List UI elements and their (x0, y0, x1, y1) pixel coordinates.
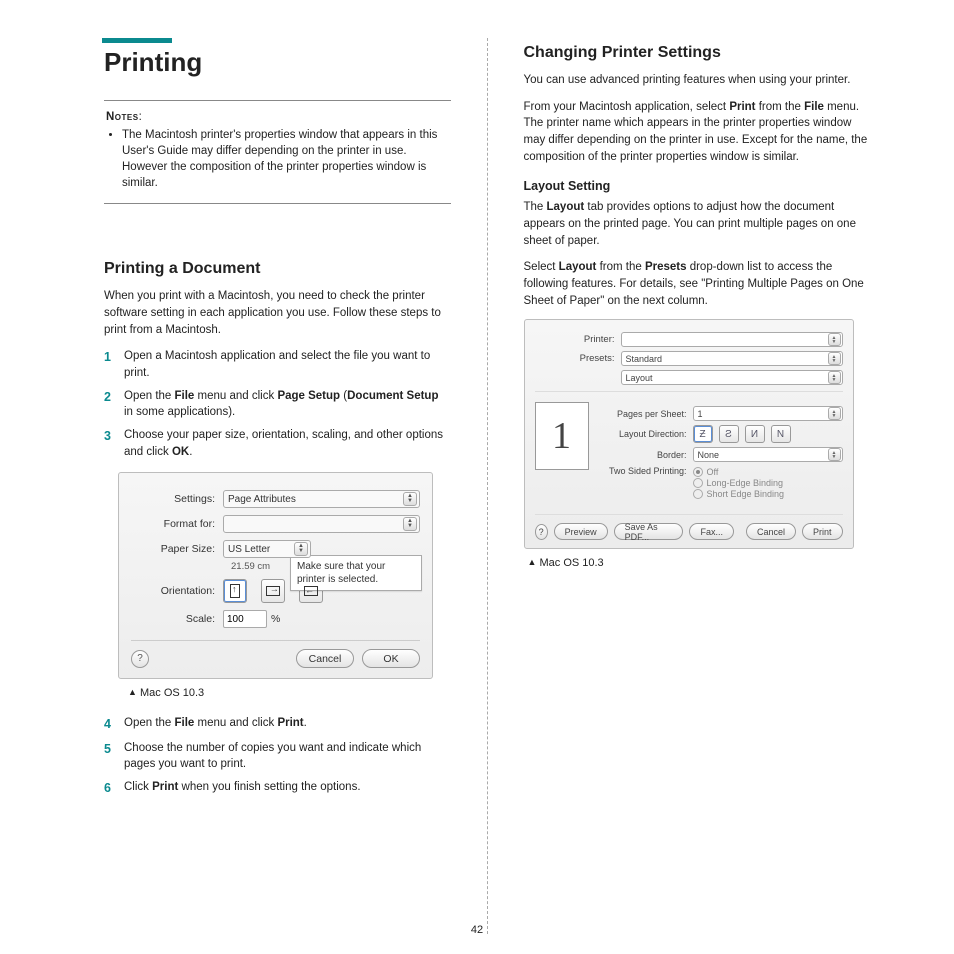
figure-caption: ▲ Mac OS 10.3 (528, 557, 871, 569)
two-sided-long-radio[interactable]: Long-Edge Binding (693, 478, 785, 488)
steps-list-2: 4Open the File menu and click Print. 5Ch… (104, 715, 451, 797)
layout-direction-label: Layout Direction: (601, 429, 693, 439)
orientation-portrait-button[interactable] (223, 579, 247, 603)
two-sided-off-radio[interactable]: Off (693, 467, 785, 477)
step-text: Choose your paper size, orientation, sca… (124, 427, 451, 460)
step-text: Open the File menu and click Print. (124, 715, 307, 733)
updown-icon: ▲▼ (828, 371, 841, 384)
paragraph: The Layout tab provides options to adjus… (524, 199, 871, 249)
paragraph: You can use advanced printing features w… (524, 72, 871, 89)
updown-icon: ▲▼ (403, 492, 417, 506)
steps-list-1: 1Open a Macintosh application and select… (104, 348, 451, 460)
border-select[interactable]: None▲▼ (693, 447, 843, 462)
right-column: Changing Printer Settings You can use ad… (488, 38, 915, 934)
cancel-button[interactable]: Cancel (296, 649, 354, 668)
radio-icon (693, 478, 703, 488)
notes-item: The Macintosh printer's properties windo… (122, 127, 449, 191)
two-sided-short-radio[interactable]: Short Edge Binding (693, 489, 785, 499)
layout-direction-2-button[interactable]: Ƨ (719, 425, 739, 443)
format-select[interactable]: ▲▼ (223, 515, 420, 533)
preview-button[interactable]: Preview (554, 523, 608, 540)
step-text: Choose the number of copies you want and… (124, 740, 451, 773)
orientation-landscape-button[interactable] (261, 579, 285, 603)
paper-select[interactable]: US Letter ▲▼ (223, 540, 311, 558)
step-text: Click Print when you finish setting the … (124, 779, 361, 797)
paper-label: Paper Size: (131, 543, 223, 555)
updown-icon: ▲▼ (828, 407, 841, 420)
updown-icon: ▲▼ (828, 333, 841, 346)
settings-select[interactable]: Page Attributes ▲▼ (223, 490, 420, 508)
radio-icon (693, 489, 703, 499)
scale-label: Scale: (131, 613, 223, 625)
page-number: 42 (471, 924, 483, 936)
portrait-icon (230, 584, 240, 598)
save-as-pdf-button[interactable]: Save As PDF... (614, 523, 684, 540)
landscape-reverse-icon (304, 586, 318, 596)
two-sided-label: Two Sided Printing: (601, 466, 693, 476)
presets-select[interactable]: Standard▲▼ (621, 351, 843, 366)
layout-subheading: Layout Setting (524, 179, 871, 193)
dialog-divider (131, 640, 420, 641)
border-label: Border: (601, 450, 693, 460)
ok-button[interactable]: OK (362, 649, 420, 668)
scale-unit: % (271, 613, 280, 625)
left-column: Printing Notes: The Macintosh printer's … (40, 38, 488, 934)
paragraph: Select Layout from the Presets drop-down… (524, 259, 871, 309)
cancel-button[interactable]: Cancel (746, 523, 796, 540)
updown-icon: ▲▼ (294, 542, 308, 556)
updown-icon: ▲▼ (828, 448, 841, 461)
page-setup-dialog: Settings: Page Attributes ▲▼ Format for:… (118, 472, 433, 679)
intro-paragraph: When you print with a Macintosh, you nee… (104, 288, 451, 338)
document-page: Printing Notes: The Macintosh printer's … (0, 0, 954, 954)
format-label: Format for: (131, 518, 223, 530)
notes-label: Notes (106, 111, 139, 123)
subheading: Printing a Document (104, 260, 451, 278)
layout-direction-4-button[interactable]: N (771, 425, 791, 443)
step-text: Open the File menu and click Page Setup … (124, 388, 451, 421)
notes-box: Notes: The Macintosh printer's propertie… (104, 100, 451, 204)
figure-caption: ▲ Mac OS 10.3 (128, 687, 451, 699)
paragraph: From your Macintosh application, select … (524, 99, 871, 166)
printer-label: Printer: (535, 334, 621, 345)
radio-icon (693, 467, 703, 477)
settings-label: Settings: (131, 493, 223, 505)
orientation-label: Orientation: (131, 585, 223, 597)
scale-input[interactable] (223, 610, 267, 628)
right-heading: Changing Printer Settings (524, 44, 871, 62)
pane-select[interactable]: Layout▲▼ (621, 370, 843, 385)
updown-icon: ▲▼ (403, 517, 417, 531)
updown-icon: ▲▼ (828, 352, 841, 365)
help-button[interactable]: ? (535, 524, 548, 540)
fax-button[interactable]: Fax... (689, 523, 734, 540)
layout-direction-1-button[interactable]: Ƶ (693, 425, 713, 443)
accent-bar (102, 38, 172, 43)
print-button[interactable]: Print (802, 523, 843, 540)
step-text: Open a Macintosh application and select … (124, 348, 451, 381)
presets-label: Presets: (535, 353, 621, 364)
layout-preview: 1 (535, 402, 589, 470)
help-button[interactable]: ? (131, 650, 149, 668)
page-title: Printing (104, 47, 451, 78)
landscape-icon (266, 586, 280, 596)
layout-direction-3-button[interactable]: И (745, 425, 765, 443)
print-dialog: Printer: ▲▼ Presets: Standard▲▼ Layout▲▼… (524, 319, 854, 549)
pages-per-sheet-label: Pages per Sheet: (601, 409, 693, 419)
printer-select[interactable]: ▲▼ (621, 332, 843, 347)
pages-per-sheet-select[interactable]: 1▲▼ (693, 406, 843, 421)
